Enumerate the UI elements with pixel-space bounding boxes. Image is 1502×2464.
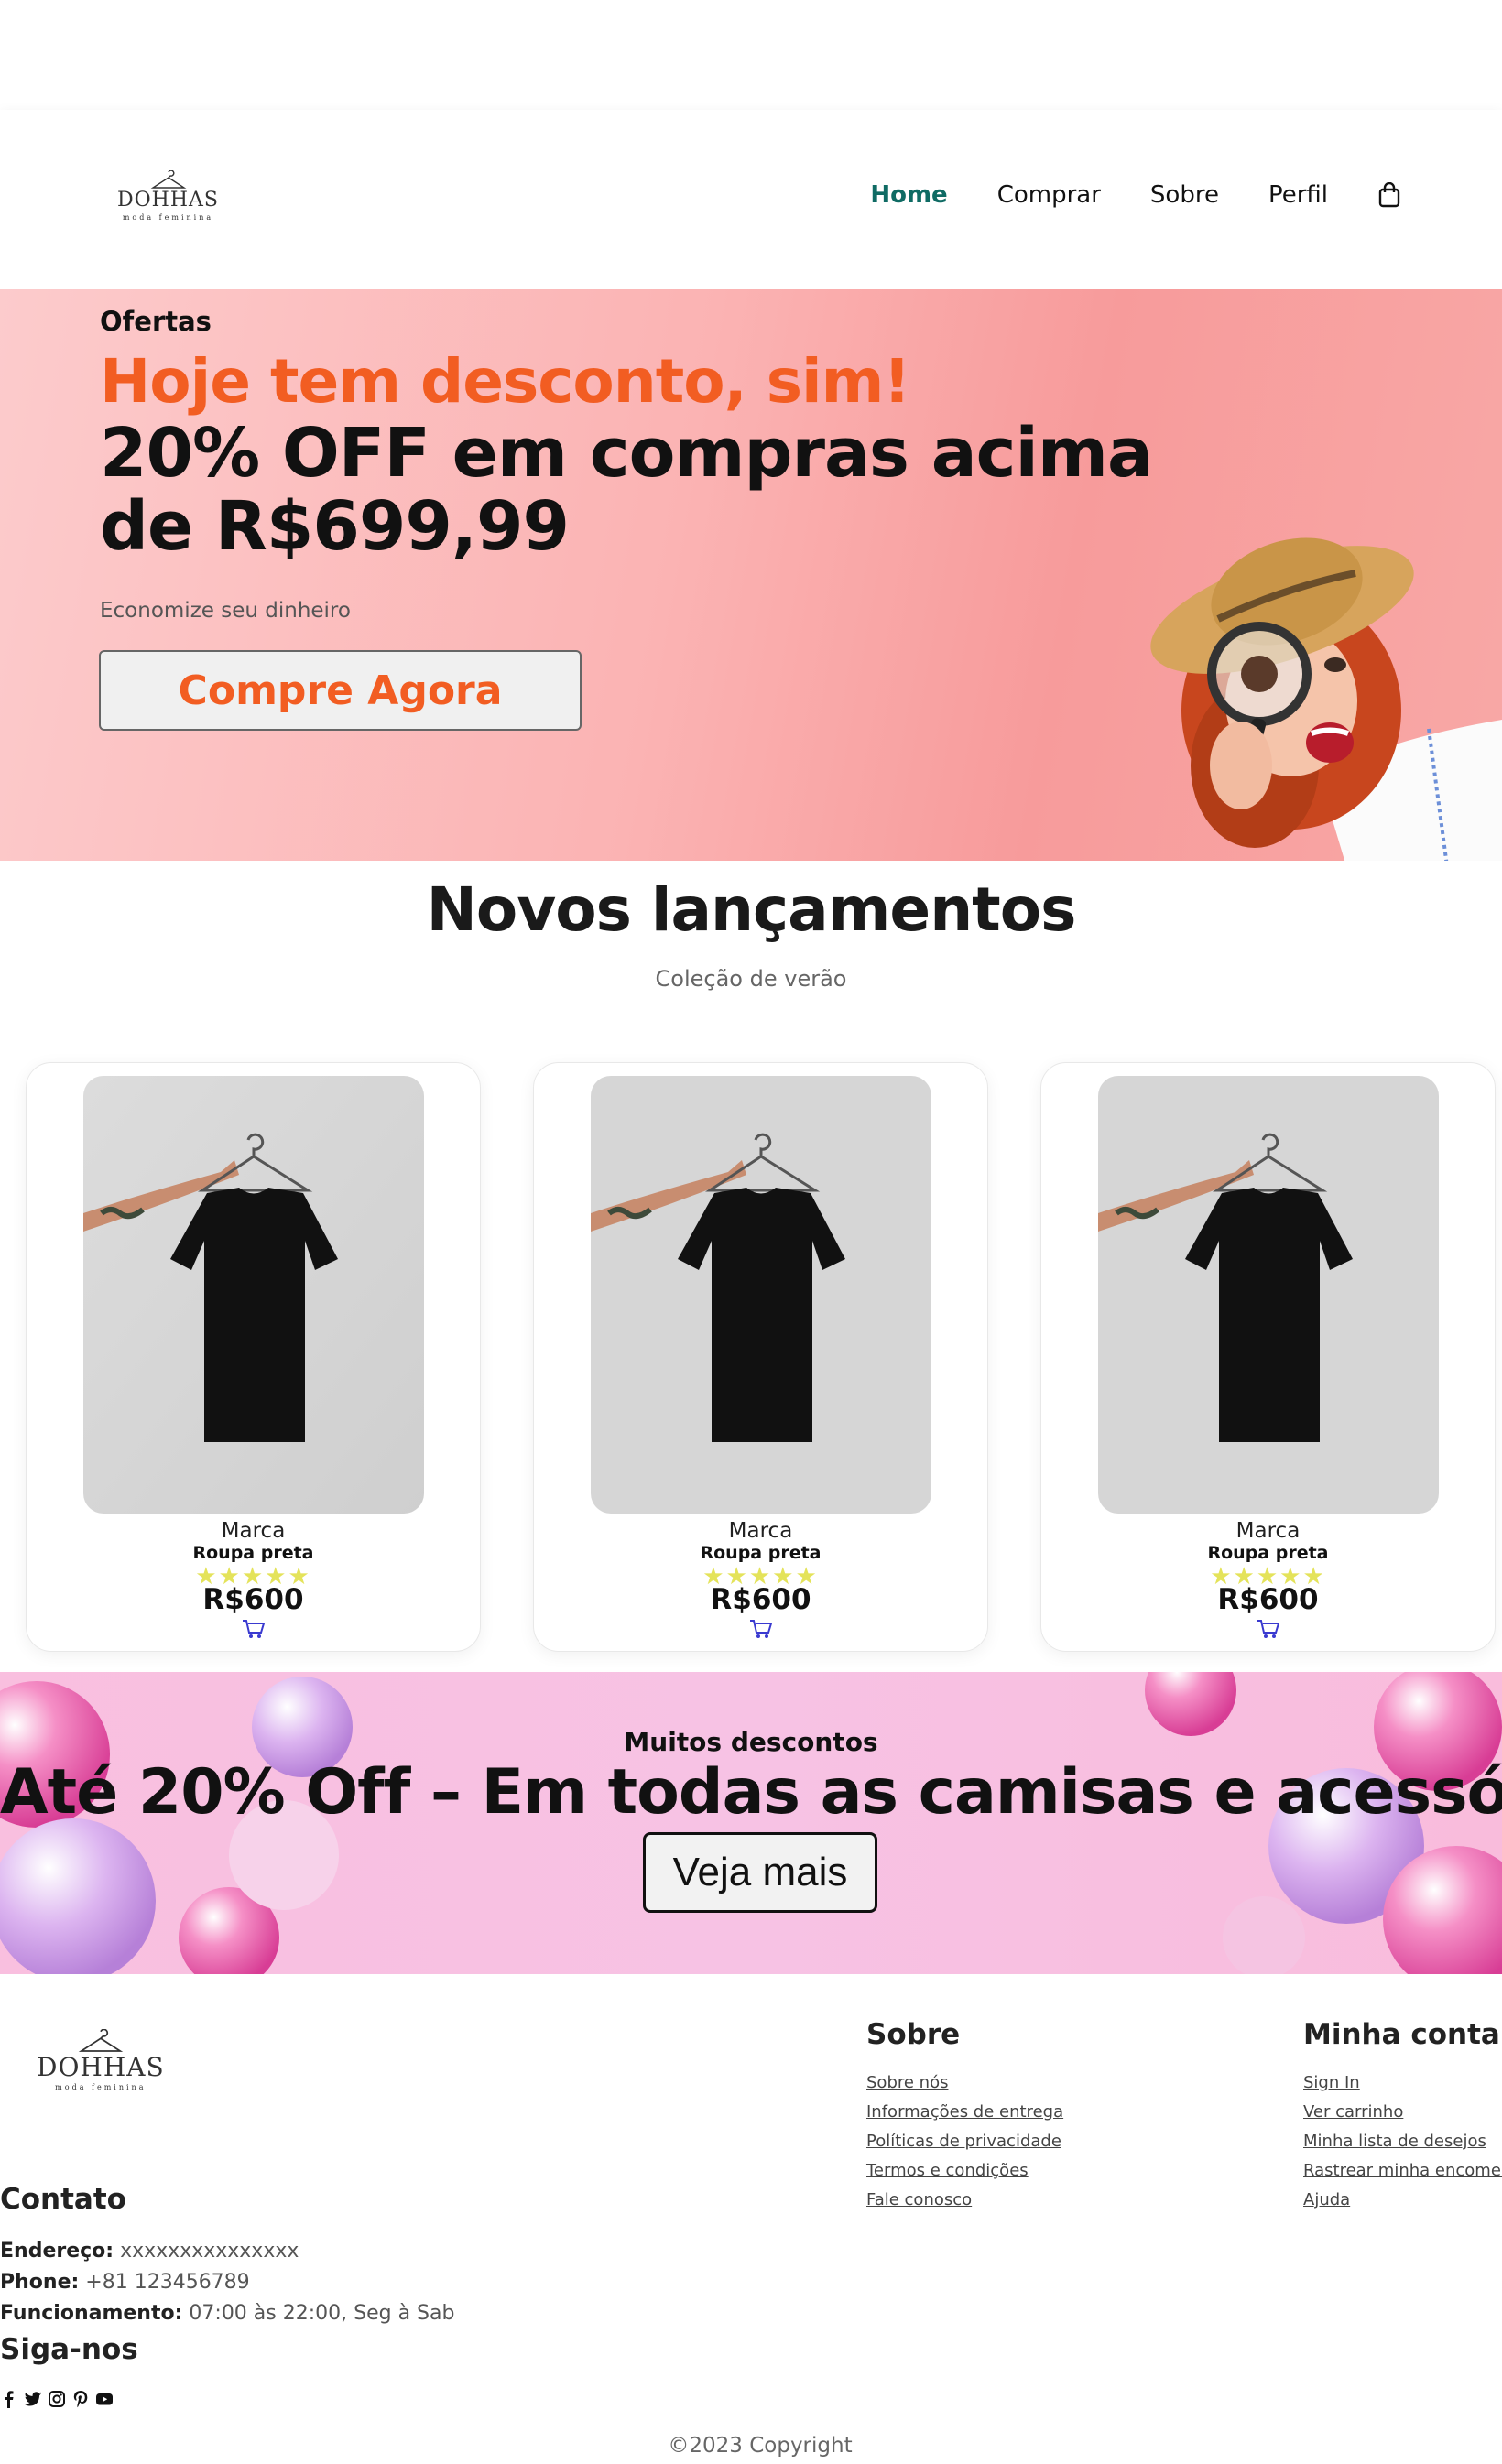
footer-about-links: Sobre nós Informações de entrega Polític…: [866, 2073, 1063, 2220]
facebook-icon[interactable]: [0, 2390, 18, 2408]
footer-logo[interactable]: DOHHAS moda feminina: [37, 2029, 165, 2091]
product-card[interactable]: Marca Roupa preta ★★★★★ R$600: [1040, 1062, 1496, 1652]
logo-brand: DOHHAS: [37, 2052, 165, 2082]
product-name: Roupa preta: [1207, 1543, 1329, 1563]
shop-now-button[interactable]: Compre Agora: [99, 650, 582, 731]
see-more-button[interactable]: Veja mais: [643, 1832, 877, 1913]
product-image[interactable]: [591, 1076, 931, 1514]
logo-tagline: moda feminina: [122, 213, 214, 222]
social-links: [0, 2390, 114, 2408]
footer-link[interactable]: Ajuda: [1303, 2190, 1502, 2209]
address-label: Endereço:: [0, 2240, 114, 2263]
cart-icon[interactable]: [749, 1618, 773, 1640]
footer-link[interactable]: Termos e condições: [866, 2161, 1063, 2180]
shopping-bag-icon[interactable]: [1377, 182, 1401, 208]
logo[interactable]: DOHHAS moda feminina: [117, 170, 219, 222]
phone-value: +81 123456789: [85, 2271, 250, 2294]
hero-offer: 20% OFF em compras acima de R$699,99: [100, 414, 1153, 566]
copyright: ©2023 Copyright: [668, 2434, 853, 2458]
footer-link[interactable]: Informações de entrega: [866, 2102, 1063, 2122]
nav-sobre[interactable]: Sobre: [1150, 181, 1219, 209]
footer-link[interactable]: Ver carrinho: [1303, 2102, 1502, 2122]
product-card[interactable]: Marca Roupa preta ★★★★★ R$600: [533, 1062, 988, 1652]
contact-title: Contato: [0, 2183, 126, 2216]
footer-link[interactable]: Minha lista de desejos: [1303, 2132, 1502, 2151]
banner-eyebrow: Muitos descontos: [624, 1727, 878, 1757]
product-image[interactable]: [83, 1076, 424, 1514]
nav-home[interactable]: Home: [870, 181, 947, 209]
instagram-icon[interactable]: [48, 2390, 66, 2408]
product-card[interactable]: Marca Roupa preta ★★★★★ R$600: [26, 1062, 481, 1652]
product-brand: Marca: [221, 1519, 286, 1543]
footer-link[interactable]: Rastrear minha encomenda: [1303, 2161, 1502, 2180]
nav-perfil[interactable]: Perfil: [1268, 181, 1328, 209]
footer-account-title: Minha conta: [1303, 2018, 1500, 2051]
address-value: xxxxxxxxxxxxxxx: [120, 2240, 299, 2263]
product-image[interactable]: [1098, 1076, 1439, 1514]
footer-link[interactable]: Sobre nós: [866, 2073, 1063, 2092]
hero-banner: Ofertas Hoje tem desconto, sim! 20% OFF …: [0, 289, 1502, 861]
hanger-icon: [150, 170, 186, 189]
footer-account-links: Sign In Ver carrinho Minha lista de dese…: [1303, 2073, 1502, 2220]
hero-eyebrow: Ofertas: [100, 306, 212, 337]
contact-hours: Funcionamento: 07:00 às 22:00, Seg à Sab: [0, 2302, 454, 2325]
pinterest-icon[interactable]: [71, 2390, 90, 2408]
banner-title: Até 20% Off – Em todas as camisas e aces…: [0, 1756, 1502, 1829]
main-nav: Home Comprar Sobre Perfil: [870, 181, 1401, 209]
product-brand: Marca: [1235, 1519, 1301, 1543]
promo-banner: Muitos descontos Até 20% Off – Em todas …: [0, 1672, 1502, 1974]
hours-label: Funcionamento:: [0, 2302, 183, 2325]
hero-woman-image: [1150, 537, 1502, 861]
product-name: Roupa preta: [700, 1543, 822, 1563]
nav-comprar[interactable]: Comprar: [997, 181, 1101, 209]
product-name: Roupa preta: [192, 1543, 314, 1563]
cart-icon[interactable]: [242, 1618, 266, 1640]
product-price: R$600: [710, 1583, 811, 1616]
hero-subtitle: Economize seu dinheiro: [100, 599, 351, 623]
product-price: R$600: [202, 1583, 304, 1616]
contact-address: Endereço: xxxxxxxxxxxxxxx: [0, 2240, 299, 2263]
follow-title: Siga-nos: [0, 2333, 138, 2366]
youtube-icon[interactable]: [95, 2390, 114, 2408]
phone-label: Phone:: [0, 2271, 80, 2294]
hours-value: 07:00 às 22:00, Seg à Sab: [189, 2302, 455, 2325]
section-subtitle: Coleção de verão: [655, 966, 847, 992]
footer-link[interactable]: Fale conosco: [866, 2190, 1063, 2209]
twitter-icon[interactable]: [24, 2390, 42, 2408]
footer-about-title: Sobre: [866, 2018, 961, 2051]
product-price: R$600: [1217, 1583, 1319, 1616]
product-brand: Marca: [728, 1519, 793, 1543]
hero-headline: Hoje tem desconto, sim!: [100, 346, 910, 417]
logo-brand: DOHHAS: [117, 189, 220, 212]
footer-link[interactable]: Sign In: [1303, 2073, 1502, 2092]
site-header: DOHHAS moda feminina Home Comprar Sobre …: [0, 110, 1502, 289]
section-title: Novos lançamentos: [426, 874, 1077, 945]
cart-icon[interactable]: [1257, 1618, 1280, 1640]
logo-tagline: moda feminina: [55, 2083, 147, 2091]
hanger-icon: [78, 2029, 124, 2052]
contact-phone: Phone: +81 123456789: [0, 2271, 250, 2294]
footer-link[interactable]: Políticas de privacidade: [866, 2132, 1063, 2151]
